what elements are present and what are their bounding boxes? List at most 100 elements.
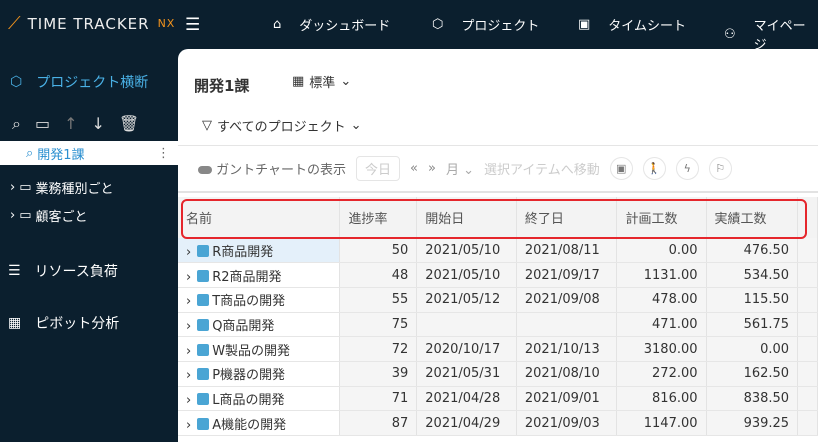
folder-icon: ▭ xyxy=(19,208,32,223)
project-table: 名前 進捗率 開始日 終了日 計画工数 実績工数 › R商品開発 50 2021/05… xyxy=(178,197,818,436)
chevron-right-icon[interactable]: › xyxy=(186,245,191,260)
table-row[interactable]: › R2商品開発 48 2021/05/10 2021/09/17 1131.00 534.… xyxy=(178,262,818,288)
cell-start: 2021/05/31 xyxy=(416,361,517,387)
arrow-down-icon[interactable]: ↓ xyxy=(92,114,105,134)
calendar-icon[interactable]: ▣ xyxy=(609,157,633,180)
project-filter[interactable]: ▽ すべてのプロジェクト ⌄ xyxy=(202,116,361,135)
cell-end: 2021/08/11 xyxy=(516,238,618,264)
chevron-right-icon[interactable]: › xyxy=(186,294,191,309)
cube-icon xyxy=(197,368,210,381)
cube-icon xyxy=(197,417,210,430)
cell-name[interactable]: › T商品の開発 xyxy=(178,287,341,313)
more-icon[interactable]: ⋮ xyxy=(157,146,170,161)
main-panel: 開発1課 ▦ 標準 ⌄ ▽ すべてのプロジェクト ⌄ ガントチャートの表示 今日 « » … xyxy=(178,49,818,442)
table-row[interactable]: › L商品の開発 71 2021/04/28 2021/09/01 816.00 838.5… xyxy=(178,386,818,412)
cell-start: 2021/05/12 xyxy=(416,287,517,313)
gantt-toggle[interactable]: ガントチャートの表示 xyxy=(198,159,346,178)
table-row[interactable]: › T商品の開発 55 2021/05/12 2021/09/08 478.00 115.5… xyxy=(178,287,818,313)
table-row[interactable]: › A機能の開発 87 2021/04/29 2021/09/03 1147.00 939.… xyxy=(178,410,818,436)
goto-selected-button[interactable]: 選択アイテムへ移動 xyxy=(484,159,600,178)
search-view-icon[interactable]: ⌕ xyxy=(12,114,21,134)
chevron-down-icon: ⌄ xyxy=(350,118,362,133)
column-header-planned[interactable]: 計画工数 xyxy=(616,197,707,238)
chevron-right-icon[interactable]: › xyxy=(186,344,191,359)
column-header-name[interactable]: 名前 xyxy=(178,197,341,238)
nav-dashboard[interactable]: ⌂ ダッシュボード xyxy=(273,15,390,34)
column-header-start[interactable]: 開始日 xyxy=(416,197,517,238)
column-header-end[interactable]: 終了日 xyxy=(516,197,618,238)
filter-icon: ▽ xyxy=(202,118,212,133)
column-header-progress[interactable]: 進捗率 xyxy=(339,197,418,238)
cell-progress: 75 xyxy=(339,312,418,338)
cell-start: 2021/04/28 xyxy=(416,386,517,412)
lightning-icon[interactable]: ϟ xyxy=(675,157,699,180)
cell-name[interactable]: › L商品の開発 xyxy=(178,386,341,412)
chevron-right-icon[interactable]: › xyxy=(10,180,15,195)
cell-name[interactable]: › R2商品開発 xyxy=(178,262,341,288)
chevron-right-icon[interactable]: › xyxy=(186,368,191,383)
unit-select[interactable]: 月 ⌄ xyxy=(446,159,474,178)
chevron-right-icon[interactable]: › xyxy=(186,270,191,285)
menu-icon[interactable]: ☰ xyxy=(185,15,200,35)
cell-more xyxy=(797,410,818,436)
cell-progress: 72 xyxy=(339,336,418,362)
cell-planned: 272.00 xyxy=(616,361,707,387)
sidebar-item-resource[interactable]: ☰ リソース負荷 xyxy=(8,261,118,281)
sidebar-toolbar: ⌕ ▭ ↑ ↓ 🗑 xyxy=(12,114,139,134)
cube-icon: ⬡ xyxy=(10,74,23,90)
walk-icon[interactable]: 🚶 xyxy=(642,157,666,180)
table-row[interactable]: › P機器の開発 39 2021/05/31 2021/08/10 272.00 162.5… xyxy=(178,361,818,387)
table-row[interactable]: › W製品の開発 72 2020/10/17 2021/10/13 3180.00 0.00 xyxy=(178,336,818,362)
tree-item[interactable]: › ▭ 業務種別ごと xyxy=(10,178,114,197)
nav-mypage[interactable]: ⚇ マイページ xyxy=(724,15,818,53)
cell-progress: 48 xyxy=(339,262,418,288)
chevron-right-icon[interactable]: › xyxy=(186,393,191,408)
cell-start: 2021/05/10 xyxy=(416,262,517,288)
nav-timesheet[interactable]: ▣ タイムシート xyxy=(578,15,686,34)
cell-name[interactable]: › R商品開発 xyxy=(178,238,341,264)
cell-actual: 939.25 xyxy=(706,410,799,436)
cell-name[interactable]: › Q商品開発 xyxy=(178,312,341,338)
cube-icon xyxy=(197,318,210,331)
column-header-actual[interactable]: 実績工数 xyxy=(706,197,799,238)
sidebar-item-pivot[interactable]: ▦ ピボット分析 xyxy=(8,313,119,333)
table-row[interactable]: › Q商品開発 75 471.00 561.75 xyxy=(178,312,818,338)
next-icon[interactable]: » xyxy=(428,161,436,176)
table-row[interactable]: › R商品開発 50 2021/05/10 2021/08/11 0.00 476.50 xyxy=(178,238,818,264)
grid-icon: ▦ xyxy=(292,74,305,89)
trash-icon[interactable]: 🗑 xyxy=(119,114,139,134)
chevron-right-icon[interactable]: › xyxy=(186,418,191,433)
chevron-right-icon[interactable]: › xyxy=(10,208,15,223)
cell-name[interactable]: › W製品の開発 xyxy=(178,336,341,362)
cell-actual: 0.00 xyxy=(706,336,799,362)
cube-icon xyxy=(197,343,210,356)
sidebar-item-selected[interactable]: ⌕ 開発1課 ⋮ xyxy=(0,141,178,165)
cell-more xyxy=(797,287,818,313)
cell-name[interactable]: › A機能の開発 xyxy=(178,410,341,436)
logo[interactable]: ⟋ TIME TRACKER NX xyxy=(8,13,175,34)
cell-planned: 3180.00 xyxy=(616,336,707,362)
flag-icon[interactable]: ⚐ xyxy=(708,157,732,180)
server-icon: ☰ xyxy=(8,263,21,279)
top-bar: ⟋ TIME TRACKER NX ☰ ⌂ ダッシュボード ⬡ プロジェクト ▣ タイムシ… xyxy=(0,0,818,53)
cell-actual: 162.50 xyxy=(706,361,799,387)
prev-icon[interactable]: « xyxy=(410,161,418,176)
folder-icon[interactable]: ▭ xyxy=(35,114,50,134)
cell-actual: 561.75 xyxy=(706,312,799,338)
view-select[interactable]: ▦ 標準 ⌄ xyxy=(292,72,351,91)
cell-more xyxy=(797,238,818,264)
today-button[interactable]: 今日 xyxy=(356,156,401,181)
sidebar-project-cross[interactable]: ⬡ プロジェクト横断 xyxy=(10,72,148,92)
arrow-up-icon[interactable]: ↑ xyxy=(64,114,77,134)
cell-progress: 55 xyxy=(339,287,418,313)
nav-project[interactable]: ⬡ プロジェクト xyxy=(432,15,539,34)
cell-planned: 471.00 xyxy=(616,312,707,338)
cell-progress: 50 xyxy=(339,238,418,264)
tree-item[interactable]: › ▭ 顧客ごと xyxy=(10,206,88,225)
cell-name[interactable]: › P機器の開発 xyxy=(178,361,341,387)
cell-more xyxy=(797,262,818,288)
calendar-icon: ▣ xyxy=(578,17,591,32)
chevron-right-icon[interactable]: › xyxy=(186,319,191,334)
cell-progress: 71 xyxy=(339,386,418,412)
cell-end: 2021/09/03 xyxy=(516,410,618,436)
